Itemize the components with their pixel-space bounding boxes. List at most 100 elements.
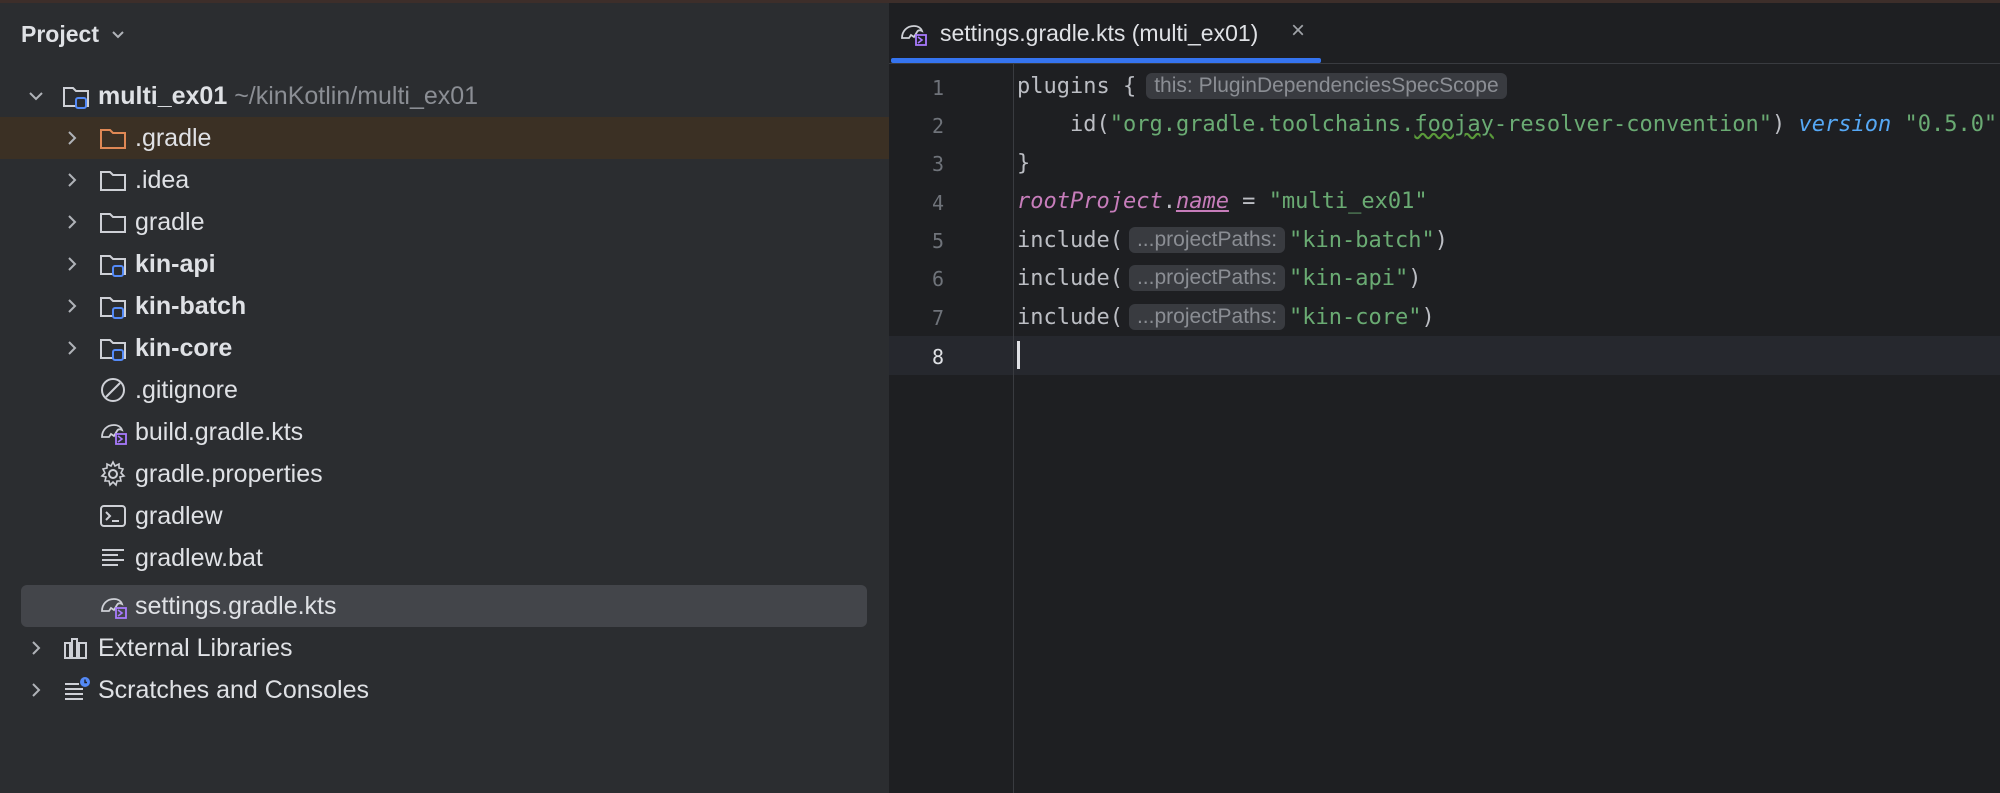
tree-label: settings.gradle.kts (135, 591, 337, 620)
tree-row-idea[interactable]: .idea (0, 159, 889, 201)
tree-row-kin-core[interactable]: kin-core (0, 327, 889, 369)
gradle-kotlin-icon (898, 18, 928, 48)
editor-tab-bar: settings.gradle.kts (multi_ex01) × (889, 3, 2000, 64)
code-line-4: rootProject. name = "multi_ex01" (1017, 182, 1428, 220)
tree-label: build.gradle.kts (135, 417, 304, 446)
inlay-hint: ...projectPaths: (1128, 227, 1286, 253)
project-path: ~/kinKotlin/multi_ex01 (234, 81, 479, 110)
tree-row-settings-gradle-kts[interactable]: settings.gradle.kts (21, 585, 867, 627)
gitignore-icon (98, 375, 128, 405)
line-number-gutter: 1 2 3 4 5 6 7 8 (889, 64, 1014, 793)
line-number: 8 (931, 345, 944, 369)
chevron-down-icon (112, 30, 124, 38)
tree-label: gradle (135, 207, 205, 236)
code-token: include( (1017, 304, 1123, 330)
chevron-right-icon[interactable] (62, 170, 82, 190)
code-token: } (1017, 150, 1031, 176)
tree-label: gradle.properties (135, 459, 323, 488)
tree-label: .gradle (135, 123, 212, 152)
code-line-2: id("org.gradle.toolchains. foojay -resolve… (1017, 105, 1997, 143)
string-literal: "org.gradle.toolchains. (1109, 111, 1415, 137)
string-literal: "multi_ex01" (1268, 188, 1428, 214)
module-folder-icon (98, 333, 128, 363)
typo-underlined-word: foojay (1414, 111, 1494, 137)
chevron-right-icon[interactable] (62, 296, 82, 316)
project-panel-title: Project (21, 21, 99, 47)
tree-label: kin-batch (135, 291, 247, 320)
tab-label: settings.gradle.kts (multi_ex01) (940, 20, 1259, 46)
chevron-right-icon[interactable] (26, 680, 46, 700)
project-panel-header[interactable]: Project (21, 21, 127, 48)
current-line-highlight (889, 336, 2000, 375)
folder-orange-icon (98, 123, 128, 153)
code-token: . (1162, 188, 1176, 214)
code-token: include( (1017, 227, 1123, 253)
tree-row-gradlew[interactable]: gradlew (0, 495, 889, 537)
code-token: name (1175, 188, 1229, 214)
inlay-hint: this: PluginDependenciesSpecScope (1146, 73, 1507, 99)
chevron-right-icon[interactable] (62, 254, 82, 274)
code-token: rootProject (1017, 188, 1163, 214)
string-literal: -resolver-convention" (1493, 111, 1772, 137)
tree-row-external-libraries[interactable]: External Libraries (0, 627, 889, 669)
keyword: version (1798, 111, 1892, 137)
module-folder-icon (98, 249, 128, 279)
chevron-right-icon[interactable] (26, 638, 46, 658)
line-number: 1 (931, 76, 944, 100)
string-literal: "kin-batch" (1289, 227, 1435, 253)
tree-row-scratches[interactable]: Scratches and Consoles (0, 669, 889, 711)
tree-row-kin-batch[interactable]: kin-batch (0, 285, 889, 327)
active-tab-indicator (891, 58, 1321, 63)
editor-area: settings.gradle.kts (multi_ex01) × 1 2 3… (889, 3, 2000, 793)
tree-row-build-gradle-kts[interactable]: build.gradle.kts (0, 411, 889, 453)
code-token: id( (1017, 111, 1110, 137)
string-literal: "kin-core" (1289, 304, 1422, 330)
code-line-3: } (1017, 144, 1030, 182)
code-token: ) (1434, 227, 1448, 253)
code-token: ) (1408, 265, 1422, 291)
tree-row-gradlew-bat[interactable]: gradlew.bat (0, 537, 889, 579)
code-line-5: include(...projectPaths: "kin-batch") (1017, 221, 1448, 259)
tree-row-gradle-cache[interactable]: .gradle (0, 117, 889, 159)
close-icon[interactable]: × (1291, 17, 1305, 45)
line-number: 3 (931, 152, 944, 176)
tree-label: kin-api (135, 249, 216, 278)
code-token: ) (1772, 111, 1799, 137)
tree-label: kin-core (135, 333, 233, 362)
tree-row-gradle-properties[interactable]: gradle.properties (0, 453, 889, 495)
scratches-icon (61, 675, 91, 705)
code-line-6: include(...projectPaths: "kin-api") (1017, 259, 1422, 297)
line-number: 5 (931, 229, 944, 253)
line-number: 2 (931, 114, 944, 138)
inlay-hint: ...projectPaths: (1128, 265, 1286, 291)
tree-label: Scratches and Consoles (98, 675, 369, 704)
tree-label: .idea (135, 165, 190, 194)
tree-label: External Libraries (98, 633, 293, 662)
code-line-1: plugins { this: PluginDependenciesSpecSco… (1017, 67, 1511, 105)
tree-row-multi-ex01[interactable]: multi_ex01 ~/kinKotlin/multi_ex01 (0, 75, 889, 117)
folder-icon (98, 165, 128, 195)
line-number: 4 (931, 191, 944, 215)
text-caret (1017, 341, 1020, 369)
chevron-down-icon[interactable] (26, 86, 46, 106)
folder-icon (98, 207, 128, 237)
chevron-right-icon[interactable] (62, 128, 82, 148)
line-number: 7 (931, 306, 944, 330)
tree-label: gradlew.bat (135, 543, 263, 572)
chevron-right-icon[interactable] (62, 338, 82, 358)
tree-row-gradle[interactable]: gradle (0, 201, 889, 243)
project-tool-window: Project multi_ex01 ~/kinKotlin/multi_ex0… (0, 3, 889, 793)
tree-label: multi_ex01 (98, 81, 228, 110)
tree-label: gradlew (135, 501, 223, 530)
code-token: plugins { (1017, 73, 1137, 99)
code-line-7: include(...projectPaths: "kin-core") (1017, 298, 1435, 336)
tree-row-kin-api[interactable]: kin-api (0, 243, 889, 285)
tree-row-gitignore[interactable]: .gitignore (0, 369, 889, 411)
module-folder-icon (98, 291, 128, 321)
chevron-right-icon[interactable] (62, 212, 82, 232)
string-literal: "kin-api" (1289, 265, 1409, 291)
tree-label: .gitignore (135, 375, 238, 404)
code-token: ) (1421, 304, 1435, 330)
code-token: = (1228, 188, 1269, 214)
tab-settings-gradle-kts[interactable]: settings.gradle.kts (multi_ex01) × (889, 3, 1323, 63)
